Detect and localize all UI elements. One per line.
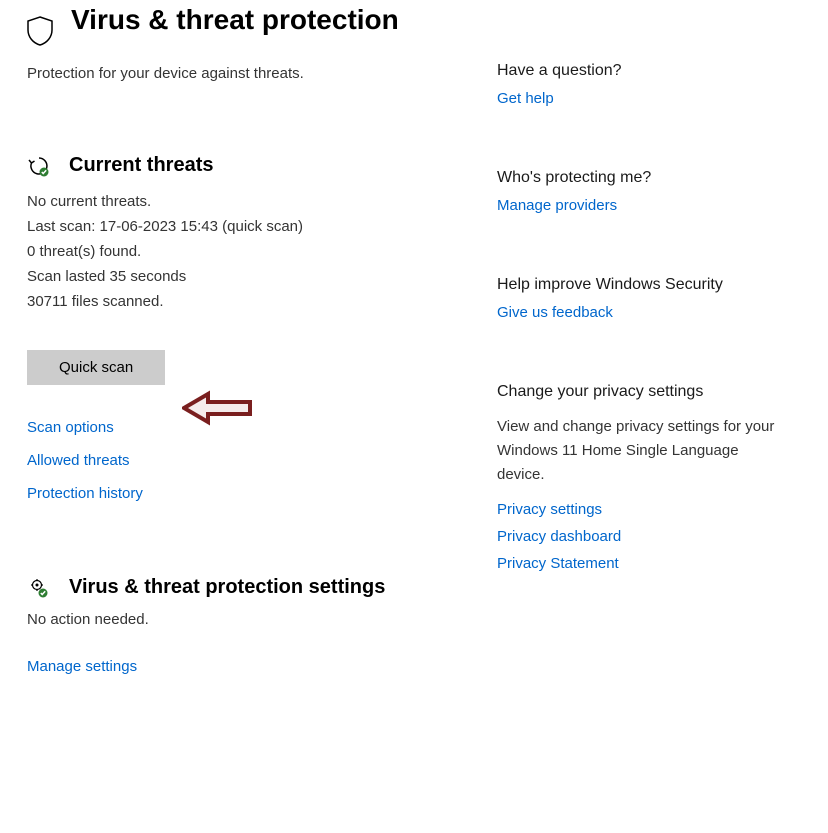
scan-duration-text: Scan lasted 35 seconds bbox=[27, 266, 482, 287]
help-improve-heading: Help improve Windows Security bbox=[497, 276, 782, 294]
gear-settings-icon bbox=[27, 577, 51, 599]
feedback-link[interactable]: Give us feedback bbox=[497, 304, 782, 321]
last-scan-text: Last scan: 17-06-2023 15:43 (quick scan) bbox=[27, 216, 482, 237]
allowed-threats-link[interactable]: Allowed threats bbox=[27, 452, 482, 469]
privacy-statement-link[interactable]: Privacy Statement bbox=[497, 555, 782, 572]
protection-settings-heading: Virus & threat protection settings bbox=[69, 576, 385, 599]
scan-options-link[interactable]: Scan options bbox=[27, 419, 482, 436]
manage-providers-link[interactable]: Manage providers bbox=[497, 197, 782, 214]
no-threats-text: No current threats. bbox=[27, 191, 482, 212]
protection-history-link[interactable]: Protection history bbox=[27, 485, 482, 502]
privacy-settings-link[interactable]: Privacy settings bbox=[497, 501, 782, 518]
have-question-heading: Have a question? bbox=[497, 62, 782, 80]
threats-found-text: 0 threat(s) found. bbox=[27, 241, 482, 262]
protecting-me-heading: Who's protecting me? bbox=[497, 169, 782, 187]
no-action-text: No action needed. bbox=[27, 609, 482, 630]
files-scanned-text: 30711 files scanned. bbox=[27, 291, 482, 312]
scan-history-icon bbox=[27, 155, 51, 177]
page-title: Virus & threat protection bbox=[71, 2, 399, 38]
privacy-settings-text: View and change privacy settings for you… bbox=[497, 415, 782, 487]
privacy-settings-heading: Change your privacy settings bbox=[497, 383, 782, 401]
privacy-dashboard-link[interactable]: Privacy dashboard bbox=[497, 528, 782, 545]
get-help-link[interactable]: Get help bbox=[497, 90, 782, 107]
page-subtitle: Protection for your device against threa… bbox=[27, 65, 482, 82]
quick-scan-button[interactable]: Quick scan bbox=[27, 350, 165, 385]
current-threats-heading: Current threats bbox=[69, 154, 213, 177]
shield-icon bbox=[27, 16, 53, 51]
manage-settings-link[interactable]: Manage settings bbox=[27, 658, 482, 675]
